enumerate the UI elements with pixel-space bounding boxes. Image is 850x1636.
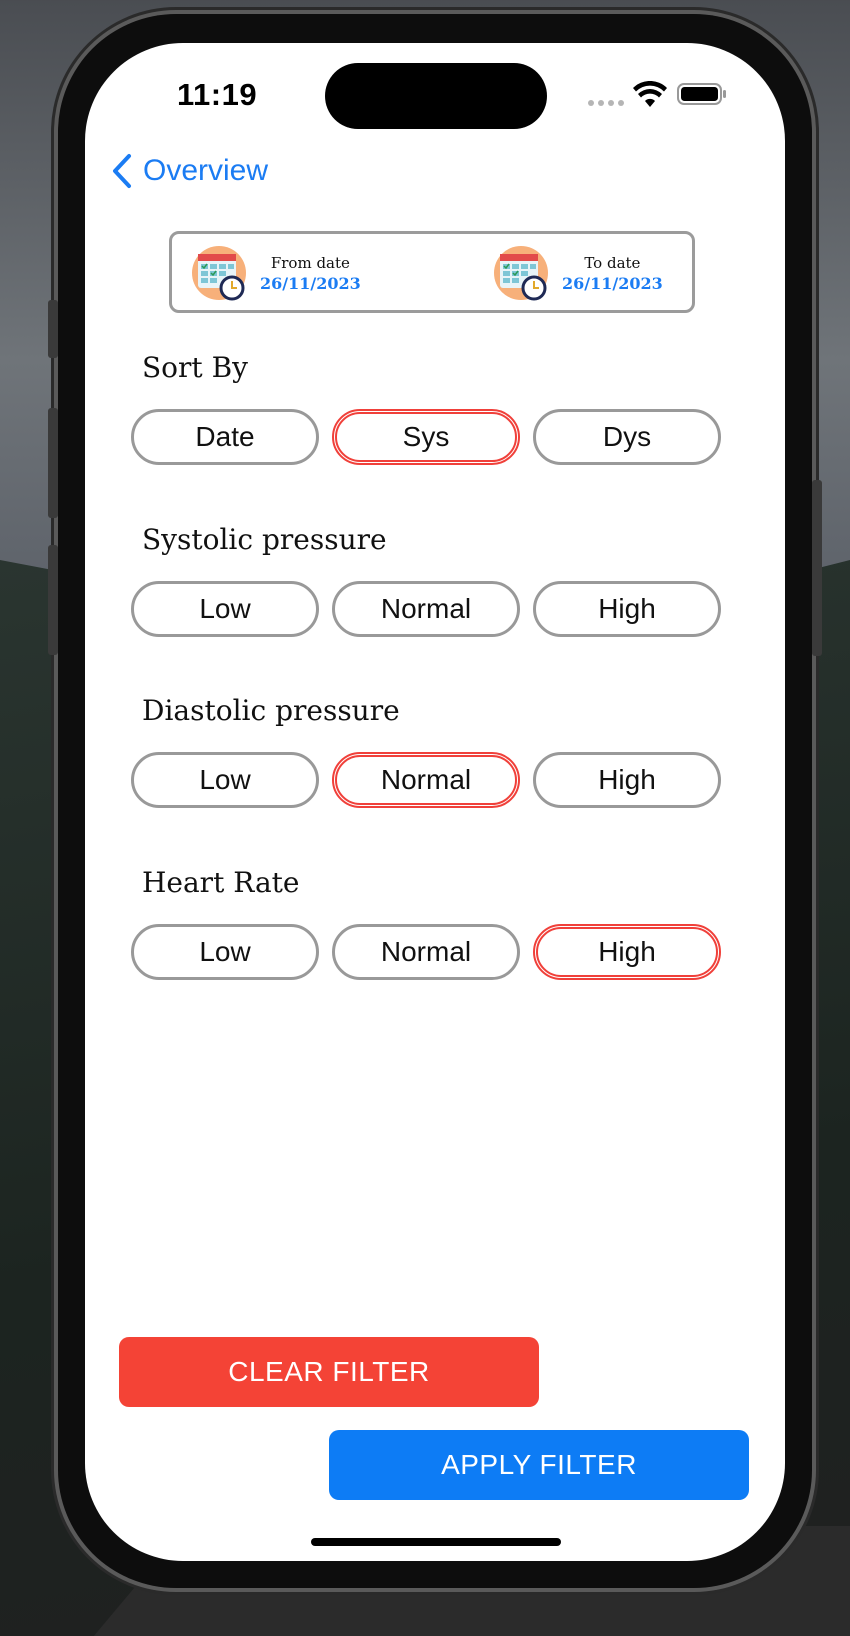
power-button [812, 480, 822, 656]
chevron-left-icon [113, 154, 131, 188]
apply-filter-button[interactable]: APPLY FILTER [329, 1430, 749, 1500]
heart-rate-options: Low Normal High [131, 924, 721, 980]
volume-up-button [48, 408, 58, 518]
from-date-value: 26/11/2023 [260, 273, 361, 293]
sort-dys-button[interactable]: Dys [533, 409, 721, 465]
back-button-label: Overview [143, 154, 269, 187]
calendar-clock-icon [494, 246, 548, 301]
wifi-icon [633, 81, 667, 107]
dynamic-island [325, 63, 547, 129]
heart-rate-high-button[interactable]: High [533, 924, 721, 980]
volume-down-button [48, 545, 58, 655]
heart-rate-low-button[interactable]: Low [131, 924, 319, 980]
systolic-normal-button[interactable]: Normal [332, 581, 520, 637]
from-date-selector[interactable]: From date 26/11/2023 [190, 244, 361, 302]
back-button[interactable]: Overview [111, 153, 268, 189]
heart-rate-normal-button[interactable]: Normal [332, 924, 520, 980]
sort-sys-button[interactable]: Sys [332, 409, 520, 465]
sort-date-button[interactable]: Date [131, 409, 319, 465]
systolic-pressure-options: Low Normal High [131, 581, 721, 637]
sort-by-title: Sort By [142, 351, 248, 384]
status-time: 11:19 [177, 77, 258, 112]
to-date-selector[interactable]: To date 26/11/2023 [492, 244, 663, 302]
diastolic-pressure-options: Low Normal High [131, 752, 721, 808]
mute-switch [48, 300, 58, 358]
sort-by-options: Date Sys Dys [131, 409, 721, 465]
systolic-low-button[interactable]: Low [131, 581, 319, 637]
date-range-picker: From date 26/11/2023 To date 26/11/2023 [169, 231, 695, 313]
from-date-label: From date [270, 253, 350, 272]
diastolic-normal-button[interactable]: Normal [332, 752, 520, 808]
calendar-clock-icon [192, 246, 246, 301]
to-date-label: To date [584, 253, 641, 272]
heart-rate-title: Heart Rate [142, 866, 300, 899]
systolic-pressure-title: Systolic pressure [142, 523, 387, 556]
home-indicator [311, 1538, 561, 1546]
diastolic-high-button[interactable]: High [533, 752, 721, 808]
clear-filter-button[interactable]: CLEAR FILTER [119, 1337, 539, 1407]
cellular-signal-icon [588, 100, 624, 106]
diastolic-low-button[interactable]: Low [131, 752, 319, 808]
diastolic-pressure-title: Diastolic pressure [142, 694, 400, 727]
systolic-high-button[interactable]: High [533, 581, 721, 637]
battery-icon [677, 83, 726, 105]
to-date-value: 26/11/2023 [562, 273, 663, 293]
app-screen: 11:19 Overview From date 26/11/2023 To d… [85, 43, 785, 1561]
